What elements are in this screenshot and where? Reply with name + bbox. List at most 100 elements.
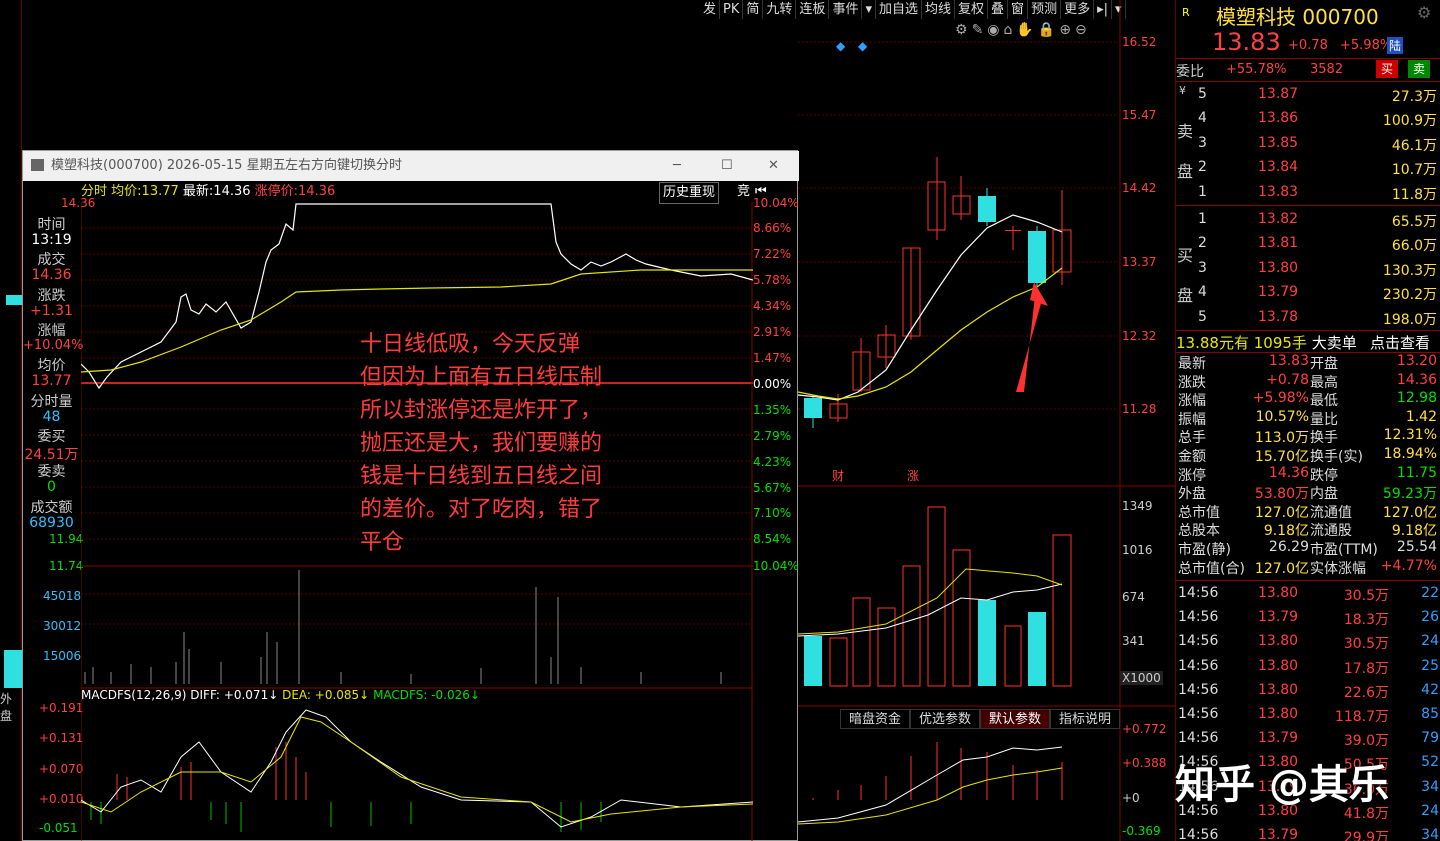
- stock-price: 13.83: [1212, 28, 1281, 56]
- side-chg-label: 涨跌: [37, 288, 66, 304]
- tick-row: 14:56 13.79 18.3万 26: [1176, 607, 1440, 631]
- popup-hint: 左右方向键切换分时: [285, 158, 403, 173]
- history-button[interactable]: 历史重现: [659, 182, 720, 204]
- event-zhang: 涨: [907, 468, 919, 483]
- toolbar-item[interactable]: 简: [743, 0, 764, 19]
- indicator-tab[interactable]: 指标说明: [1050, 709, 1121, 729]
- partial-candle: [6, 295, 22, 305]
- volume: 198.0万: [1382, 311, 1437, 328]
- side-pct: +10.04%: [23, 338, 84, 353]
- bigorder-link[interactable]: 点击查看: [1370, 332, 1430, 353]
- asks-row[interactable]: 4 13.86 100.9万: [1176, 107, 1440, 131]
- bigorder-label: 大卖单: [1311, 334, 1357, 352]
- stat-label: 流通值: [1310, 504, 1352, 521]
- asks-row[interactable]: 3 13.85 46.1万: [1176, 132, 1440, 156]
- volume: 65.5万: [1391, 214, 1437, 230]
- tick-row: 14:56 13.80 17.8万 25: [1176, 656, 1440, 680]
- price: 13.81: [1258, 235, 1299, 252]
- bids-row[interactable]: 3 13.80 130.3万: [1176, 257, 1440, 281]
- pct-tick: 1.35%: [753, 403, 792, 417]
- indicator-tab[interactable]: 默认参数: [980, 709, 1051, 729]
- stat-value: 26.29: [1268, 539, 1309, 555]
- event-cai: 财: [832, 469, 844, 483]
- pct-tick: 0.00%: [753, 377, 792, 391]
- level: 2: [1198, 159, 1207, 176]
- label-avg: 均价:: [111, 184, 142, 199]
- indicator-tab[interactable]: 优选参数: [910, 709, 981, 729]
- volume: 46.1万: [1391, 137, 1437, 154]
- volume: 11.8万: [1391, 186, 1437, 203]
- tick-count: 42: [1421, 681, 1439, 698]
- sell-button[interactable]: 卖: [1408, 60, 1430, 78]
- stat-value: 14.36: [1396, 371, 1437, 388]
- stat-label: 市盈(静): [1178, 542, 1231, 558]
- stat-row: 总手 113.0万 换手 12.31%: [1176, 427, 1440, 446]
- stat-value: 127.0亿: [1382, 504, 1437, 521]
- stock-name: 模塑科技: [1216, 5, 1296, 29]
- avg-value: 13.77: [141, 184, 179, 199]
- indicator-tab[interactable]: 暗盘资金: [840, 709, 911, 729]
- stat-row: 振幅 10.57% 量比 1.42: [1176, 409, 1440, 428]
- pct-tick: 7.10%: [753, 506, 792, 520]
- pct-tick: 10.04%: [753, 559, 799, 573]
- stat-label: 跌停: [1310, 467, 1338, 484]
- side-deal-label: 成交: [37, 252, 66, 268]
- weicha-value: 3582: [1310, 62, 1344, 77]
- tick-count: 22: [1421, 585, 1439, 601]
- close-icon[interactable]: ✕: [768, 151, 779, 181]
- tick-price: 13.80: [1258, 585, 1299, 601]
- stat-value: 12.31%: [1383, 427, 1437, 444]
- pct-tick: 5.78%: [753, 273, 792, 287]
- toolbar-item[interactable]: 发: [700, 0, 721, 19]
- volume-bars: [804, 506, 1072, 687]
- pct-tick: 8.66%: [753, 221, 792, 235]
- tick-time: 14:56: [1178, 730, 1219, 747]
- asks-row[interactable]: 5 13.87 27.3万: [1176, 83, 1440, 107]
- level: 5: [1198, 86, 1207, 102]
- stat-value: 10.57%: [1255, 408, 1309, 425]
- partial-volume-bar: [4, 650, 22, 688]
- tick-price: 13.80: [1258, 681, 1299, 698]
- latest-value: 14.36: [213, 184, 251, 199]
- level: 3: [1198, 259, 1207, 276]
- macd-title: MACDFS(12,26,9): [81, 688, 187, 702]
- stat-value: 14.36: [1268, 464, 1309, 481]
- tick-price: 13.80: [1258, 706, 1299, 722]
- stat-value: 1.42: [1405, 408, 1437, 425]
- bigorder-vol: 1095手: [1253, 334, 1307, 352]
- big-order-bar: 13.88元有 1095手 大卖单 点击查看: [1176, 332, 1440, 353]
- asks-row[interactable]: 2 13.84 10.7万: [1176, 156, 1440, 180]
- bids-row[interactable]: 2 13.81 66.0万: [1176, 232, 1440, 256]
- asks-row[interactable]: 1 13.83 11.8万: [1176, 181, 1440, 205]
- partial-label: 外盘: [0, 692, 13, 723]
- stat-value: 18.94%: [1383, 446, 1437, 462]
- toolbar-item[interactable]: PK: [720, 0, 744, 19]
- bids-row[interactable]: 4 13.79 230.2万: [1176, 281, 1440, 305]
- minimize-icon[interactable]: ─: [673, 151, 681, 181]
- side-amt-label: 成交额: [30, 500, 73, 516]
- stat-value: 15.70亿: [1254, 449, 1309, 465]
- stat-row: 总股本 9.18亿 流通股 9.18亿: [1176, 520, 1440, 539]
- toolbar-item[interactable]: 九转: [763, 0, 797, 19]
- tick-volume: 17.8万: [1343, 660, 1389, 677]
- stat-row: 金额 15.70亿 换手(实) 18.94%: [1176, 446, 1440, 465]
- stat-label: 市盈(TTM): [1310, 542, 1378, 558]
- volume: 130.3万: [1382, 262, 1437, 279]
- left-partial-chart: 外盘: [0, 0, 22, 841]
- stat-row: 外盘 53.80万 内盘 59.23万: [1176, 483, 1440, 502]
- gear-icon[interactable]: ⚙: [1417, 3, 1431, 22]
- stat-value: 9.18亿: [1391, 523, 1437, 540]
- stat-value: 12.98: [1396, 390, 1437, 407]
- price: 13.78: [1258, 308, 1299, 325]
- stat-value: +4.77%: [1380, 557, 1437, 574]
- bids-row[interactable]: 1 13.82 65.5万: [1176, 208, 1440, 232]
- maximize-icon[interactable]: ☐: [721, 151, 733, 181]
- weibi-label: 委比: [1176, 64, 1204, 80]
- tick-count: 24: [1421, 802, 1439, 819]
- stat-value: 127.0亿: [1254, 560, 1309, 577]
- intraday-macd-neg: [90, 802, 602, 832]
- bid-button[interactable]: 竞: [737, 182, 750, 202]
- tick-row: 14:56 13.80 30.5万 24: [1176, 631, 1440, 655]
- buy-button[interactable]: 买: [1376, 60, 1398, 78]
- bids-row[interactable]: 5 13.78 198.0万: [1176, 306, 1440, 330]
